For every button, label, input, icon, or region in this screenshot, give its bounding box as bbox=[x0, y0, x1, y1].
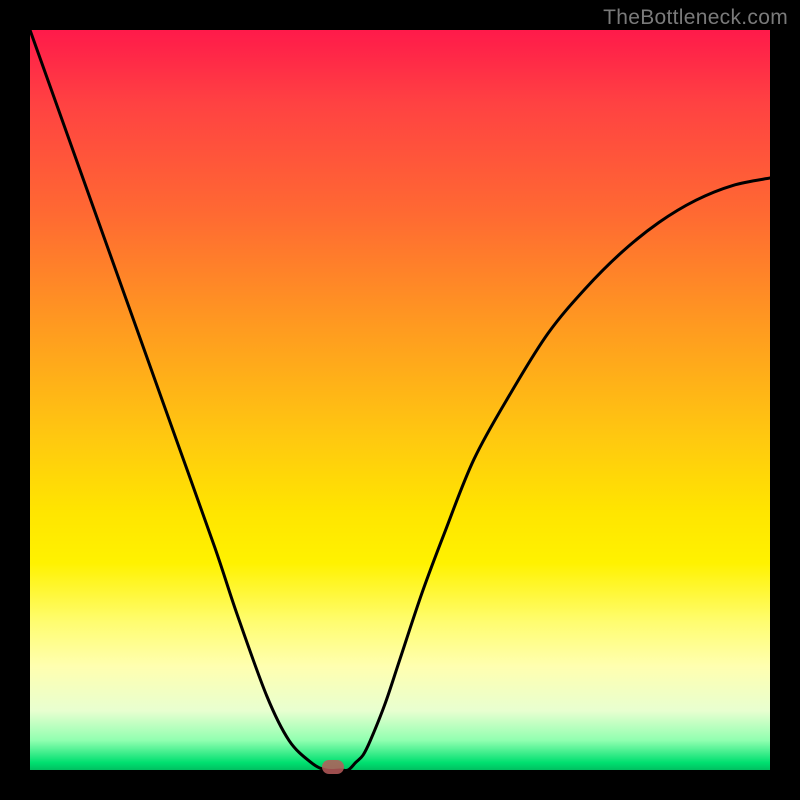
plot-area bbox=[30, 30, 770, 770]
watermark-text: TheBottleneck.com bbox=[603, 6, 788, 30]
bottleneck-curve bbox=[30, 30, 770, 770]
chart-frame: TheBottleneck.com bbox=[0, 0, 800, 800]
curve-layer bbox=[30, 30, 770, 770]
optimum-marker bbox=[322, 760, 344, 774]
